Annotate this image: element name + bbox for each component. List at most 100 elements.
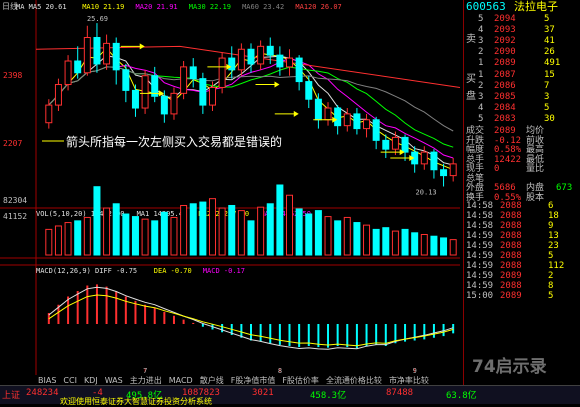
candle-body [324,107,332,121]
ma-legend-item: MA20 21.91 [136,3,178,11]
volume-bar [353,222,361,256]
macd-legend-item: MACD(12,26,9) DIFF -0.75 [36,267,137,275]
macd-legend-item: MACD -0.17 [203,267,245,275]
index7-value: 63.8亿 [446,391,477,401]
indicator-tab[interactable]: BIAS [38,376,56,385]
chart-area[interactable]: 日线 MA MA5 20.61 MA10 21.19 MA20 21.91 MA30 2… [0,0,463,385]
candle-body [257,45,265,65]
bid-volume: 30 [544,114,555,124]
candle-body [112,42,120,71]
ma-legend-item: MA30 22.19 [189,3,231,11]
ask-level: 4 [478,25,484,35]
quote-panel: 600563 法拉电子 5 2094 5 4 2093 37 3 2092 41 2 2090 26 1… [463,0,580,385]
candle-body [382,139,390,150]
indicator-tab[interactable]: CCI [63,376,77,385]
ask-level: 1 [478,58,484,68]
volume-bar [286,194,294,256]
date-tick-label: 8 [278,367,282,375]
volume-bar [228,204,236,256]
index1-label: 上证 [2,391,21,401]
volume-bar [45,228,53,256]
bid-volume: 3 [544,92,550,102]
ask-row: 5 2094 5 [464,14,580,25]
vol-tick: 82304 [3,196,27,205]
ask-row: 3 2092 41 [464,36,580,47]
bid-price: 2083 [494,114,516,124]
candle-body [180,66,188,94]
candle-body [131,89,139,109]
volume-bar [440,237,448,256]
candle-body [74,60,82,74]
volume-bar [382,227,390,256]
sell-label: 卖 [466,34,476,45]
ask-price: 2094 [494,14,516,24]
candle-body [228,57,236,71]
volume-bar [151,220,159,256]
volume-bar [391,230,399,256]
candle-body [363,119,371,130]
volume-bar [257,206,265,256]
bid-level: 3 [478,92,484,102]
volume-bar [122,213,130,256]
candle-body [141,75,149,109]
volume-bar [141,218,149,256]
ask-price: 2092 [494,36,516,46]
vol-tick: 41152 [3,212,27,221]
volume-bar [199,201,207,256]
watermark: 74启示录 [472,357,547,377]
candle-body [449,163,457,177]
bid-row: 4 2084 5 [464,103,580,114]
ticker-text: 欢迎使用恒泰证券大智慧证券投资分析系统 [60,397,212,406]
candle-body [266,45,274,56]
kline-chart[interactable]: 日线MA MA5 20.61 MA10 21.19 MA20 21.91 MA30 2… [0,0,463,375]
index4-value: 3021 [252,388,274,398]
ask-price: 2090 [494,47,516,57]
candle-body [295,57,303,83]
volume-bar [103,207,111,256]
macd-legend-item: DEA -0.70 [154,267,192,275]
candle-body [334,107,342,127]
indicator-tab[interactable]: MACD [169,376,193,385]
status-bar: 上证 248234 -4 495.8亿 1087823 3021 458.3亿 … [0,385,580,406]
bid-volume: 5 [544,103,550,113]
candle-body [93,37,101,65]
volume-bar [401,228,409,256]
stock-code: 600563 [466,0,506,13]
candle-body [372,119,380,141]
bid-volume: 15 [544,70,555,80]
volume-bar [266,203,274,256]
tick-volume: 5 [548,291,554,301]
candle-body [170,92,178,115]
volume-bar [430,235,438,256]
bid-row: 1 2087 15 [464,70,580,81]
candle-body [160,95,168,115]
volume-bar [237,210,245,256]
ask-volume: 491 [544,58,561,68]
index6-value: 87488 [386,388,414,398]
bid-row: 5 2083 30 [464,114,580,125]
pan-label: 盘 [466,91,476,102]
volume-bar [295,208,303,256]
candle-body [420,151,428,165]
volume-bar [247,220,255,256]
volume-bar [420,234,428,256]
candle-body [314,98,322,121]
indicator-tab[interactable]: WAS [105,376,123,385]
candle-body [276,54,284,68]
ask-price: 2089 [494,58,516,68]
ask-level: 5 [478,14,484,24]
annotation-arrow-head [274,81,280,88]
stock-header: 600563 法拉电子 [464,0,580,14]
ma-legend-item: MA120 26.07 [295,3,341,11]
tick-time: 15:00 [466,291,494,301]
candle-body [440,169,448,177]
bid-row: 3 2085 3 [464,92,580,103]
index1-value: 248234 [26,388,59,398]
bid-row: 2 2086 7 [464,81,580,92]
price-tick: 2398 [3,71,22,80]
ma-legend-item: MA MA5 20.61 [16,3,67,11]
bid-volume: 7 [544,81,550,91]
date-tick-label: 9 [413,367,417,375]
indicator-tab[interactable]: KDJ [84,376,98,385]
candle-body [237,48,245,71]
